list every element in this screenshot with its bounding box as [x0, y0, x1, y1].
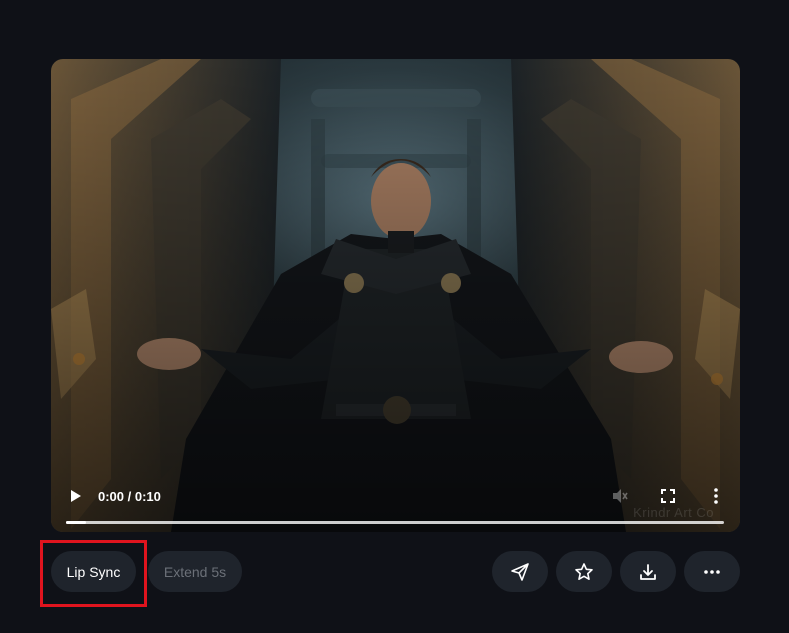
download-icon [640, 563, 656, 580]
progress-fill [66, 521, 86, 524]
download-button[interactable] [620, 551, 676, 592]
more-vertical-icon[interactable] [706, 486, 726, 506]
lip-sync-button[interactable]: Lip Sync [51, 551, 136, 592]
send-icon [511, 562, 529, 581]
play-icon[interactable] [67, 488, 83, 504]
video-controls: 0:00 / 0:10 Krindr Art Co [51, 472, 740, 532]
send-button[interactable] [492, 551, 548, 592]
video-frame [51, 59, 740, 532]
favorite-button[interactable] [556, 551, 612, 592]
more-horizontal-icon [704, 569, 720, 574]
video-player[interactable]: 0:00 / 0:10 Krindr Art Co [51, 59, 740, 532]
volume-muted-icon[interactable] [610, 486, 630, 506]
time-display: 0:00 / 0:10 [98, 489, 161, 504]
watermark: Krindr Art Co [633, 505, 714, 520]
star-icon [575, 562, 593, 580]
progress-bar[interactable] [66, 521, 724, 524]
fullscreen-icon[interactable] [658, 486, 678, 506]
extend-button[interactable]: Extend 5s [148, 551, 242, 592]
more-options-button[interactable] [684, 551, 740, 592]
